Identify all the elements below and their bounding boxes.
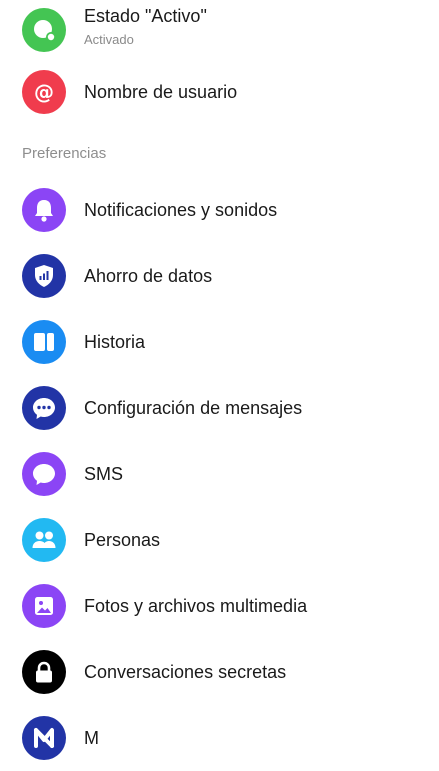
m-assistant-label: M	[84, 727, 99, 748]
active-status-icon	[22, 8, 66, 52]
sms-bubble-icon	[22, 452, 66, 496]
notifications-row[interactable]: Notificaciones y sonidos	[0, 177, 439, 243]
at-sign-icon: @	[22, 70, 66, 114]
data-saver-row[interactable]: Ahorro de datos	[0, 243, 439, 309]
active-status-value: Activado	[84, 32, 134, 47]
m-assistant-icon	[22, 716, 66, 760]
notifications-label: Notificaciones y sonidos	[84, 199, 278, 220]
people-label: Personas	[84, 529, 161, 550]
message-settings-label: Configuración de mensajes	[84, 397, 303, 418]
username-row[interactable]: @ Nombre de usuario	[0, 59, 439, 125]
active-status-label: Estado "Activo"	[84, 6, 207, 26]
active-status-row[interactable]: Estado "Activo" Activado	[0, 0, 439, 66]
secret-conversations-row[interactable]: Conversaciones secretas	[0, 639, 439, 705]
photo-icon	[22, 584, 66, 628]
photos-media-row[interactable]: Fotos y archivos multimedia	[0, 573, 439, 639]
story-row[interactable]: Historia	[0, 309, 439, 375]
bell-icon	[22, 188, 66, 232]
sms-row[interactable]: SMS	[0, 441, 439, 507]
data-saver-label: Ahorro de datos	[84, 265, 213, 286]
people-row[interactable]: Personas	[0, 507, 439, 573]
message-settings-row[interactable]: Configuración de mensajes	[0, 375, 439, 441]
username-label: Nombre de usuario	[84, 81, 238, 102]
story-label: Historia	[84, 331, 146, 352]
sms-label: SMS	[84, 463, 124, 484]
chat-bubble-dots-icon	[22, 386, 66, 430]
secret-conversations-label: Conversaciones secretas	[84, 661, 287, 682]
m-assistant-row[interactable]: M	[0, 705, 439, 771]
lock-icon	[22, 650, 66, 694]
shield-signal-icon	[22, 254, 66, 298]
people-icon	[22, 518, 66, 562]
photos-media-label: Fotos y archivos multimedia	[84, 595, 308, 616]
svg-text:@: @	[34, 80, 54, 104]
story-icon	[22, 320, 66, 364]
preferences-section-header: Preferencias	[22, 145, 107, 162]
